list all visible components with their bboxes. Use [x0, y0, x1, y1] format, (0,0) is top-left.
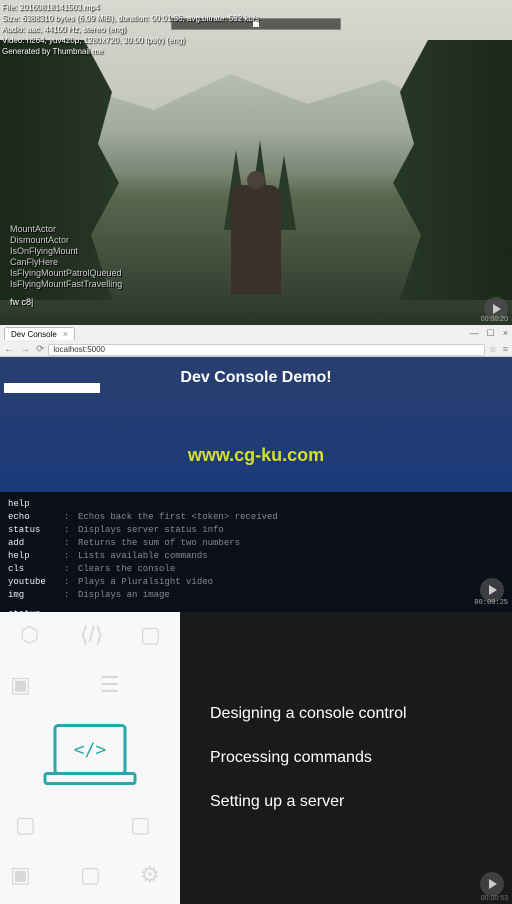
slide-bullet-3: Setting up a server: [210, 793, 482, 811]
slide-left-pattern: ⬡ ⟨/⟩ ▢ ▣ ☰ ▢ ▢ ▣ ▢ ⚙ </>: [0, 612, 180, 904]
close-icon[interactable]: ×: [63, 329, 68, 339]
exe-icon: ▢: [80, 862, 101, 888]
nav-arrows: ← → ⟳: [4, 344, 44, 355]
cmd-name: img: [8, 589, 64, 602]
list-item: IsFlyingMountFastTravelling: [10, 279, 122, 290]
play-button[interactable]: [480, 872, 504, 896]
code-icon: ⟨/⟩: [80, 622, 103, 648]
slide-panel: ⬡ ⟨/⟩ ▢ ▣ ☰ ▢ ▢ ▣ ▢ ⚙ </> Designing a co…: [0, 612, 512, 904]
gear-icon: ⚙: [140, 862, 160, 888]
minimize-icon[interactable]: —: [470, 328, 479, 339]
cmd-name: youtube: [8, 576, 64, 589]
cmd-desc: Displays server status info: [78, 524, 224, 537]
close-icon[interactable]: ×: [503, 328, 508, 339]
player-character: [231, 185, 281, 295]
slide-bullet-1: Designing a console control: [210, 705, 482, 723]
timestamp-label: 00:00:53: [481, 895, 508, 902]
timestamp-label: 00:00:20: [481, 316, 508, 323]
cmd-row: help:Lists available commands: [8, 550, 504, 563]
cmd-name: help: [8, 498, 64, 511]
bars-icon: ☰: [100, 672, 120, 698]
tab-bar: Dev Console × — ☐ ×: [0, 325, 512, 342]
maximize-icon[interactable]: ☐: [487, 328, 495, 339]
list-item: DismountActor: [10, 235, 122, 246]
cmd-row: img:Displays an image: [8, 589, 504, 602]
url-input[interactable]: localhost:5000: [48, 344, 484, 356]
cmd-desc: Clears the console: [78, 563, 175, 576]
slide-bullet-2: Processing commands: [210, 749, 482, 767]
cmd-row: youtube:Plays a Pluralsight video: [8, 576, 504, 589]
metadata-generated: Generated by Thumbnail me: [2, 46, 259, 57]
html-icon: ▢: [15, 812, 36, 838]
cmd-row: echo:Echos back the first <token> receiv…: [8, 511, 504, 524]
cmd-row: help: [8, 498, 504, 511]
url-text: localhost:5000: [53, 345, 105, 354]
trees-right: [372, 40, 512, 300]
svg-text:</>: </>: [74, 740, 107, 761]
game-screenshot-panel: File: 20160818141503.mp4 Size: 6388310 b…: [0, 0, 512, 325]
cmd-row: status:Displays server status info: [8, 524, 504, 537]
cmd-name: add: [8, 537, 64, 550]
video-metadata: File: 20160818141503.mp4 Size: 6388310 b…: [2, 2, 259, 57]
address-bar: ← → ⟳ localhost:5000 ☆ ≡: [0, 342, 512, 357]
page-header: Dev Console Demo! www.cg-ku.com: [0, 357, 512, 492]
jpg-icon: ▢: [140, 622, 161, 648]
css-icon: ▣: [10, 862, 31, 888]
address-icons: ☆ ≡: [489, 344, 508, 355]
laptop-icon: </>: [40, 721, 140, 796]
timestamp-label: 00:00:25: [474, 597, 508, 610]
slide-content: Designing a console control Processing c…: [180, 612, 512, 904]
list-item: IsFlyingMountPatrolQueued: [10, 268, 122, 279]
watermark: www.cg-ku.com: [188, 445, 324, 466]
list-item: MountActor: [10, 224, 122, 235]
reload-icon[interactable]: ⟳: [36, 344, 44, 355]
metadata-file: File: 20160818141503.mp4: [2, 2, 259, 13]
browser-tab[interactable]: Dev Console ×: [4, 327, 75, 340]
cmd-name: cls: [8, 563, 64, 576]
cmd-desc: Displays an image: [78, 589, 170, 602]
cmd-desc: Plays a Pluralsight video: [78, 576, 213, 589]
cmd-row: cls:Clears the console: [8, 563, 504, 576]
list-item: CanFlyHere: [10, 257, 122, 268]
tab-title: Dev Console: [11, 330, 57, 339]
cmd-name: status: [8, 524, 64, 537]
metadata-size: Size: 6388310 bytes (6.09 MiB), duration…: [2, 13, 259, 24]
cmd-desc: Returns the sum of two numbers: [78, 537, 240, 550]
metadata-video: Video: h264, yuv420p, 1280x720, 30.00 fp…: [2, 35, 259, 46]
metadata-audio: Audio: aac, 44100 Hz, stereo (eng): [2, 24, 259, 35]
web-console[interactable]: help echo:Echos back the first <token> r…: [0, 492, 512, 612]
game-console-suggestions: MountActor DismountActor IsOnFlyingMount…: [10, 224, 122, 290]
cmd-name: echo: [8, 511, 64, 524]
list-item: IsOnFlyingMount: [10, 246, 122, 257]
star-icon[interactable]: ☆: [489, 344, 497, 355]
back-icon[interactable]: ←: [4, 344, 14, 355]
forward-icon[interactable]: →: [20, 344, 30, 355]
cmd-desc: Echos back the first <token> received: [78, 511, 278, 524]
flash-bar: [4, 383, 100, 393]
browser-panel: Dev Console × — ☐ × ← → ⟳ localhost:5000…: [0, 325, 512, 612]
file-icon: ▢: [130, 812, 151, 838]
cmd-desc: Lists available commands: [78, 550, 208, 563]
game-console-input[interactable]: fw c8|: [10, 297, 33, 307]
window-controls: — ☐ ×: [470, 328, 508, 339]
box-icon: ▣: [10, 672, 31, 698]
browser-chrome: Dev Console × — ☐ × ← → ⟳ localhost:5000…: [0, 325, 512, 357]
cmd-name: help: [8, 550, 64, 563]
menu-icon[interactable]: ≡: [503, 344, 508, 355]
cmd-row: add:Returns the sum of two numbers: [8, 537, 504, 550]
hex-icon: ⬡: [20, 622, 39, 648]
